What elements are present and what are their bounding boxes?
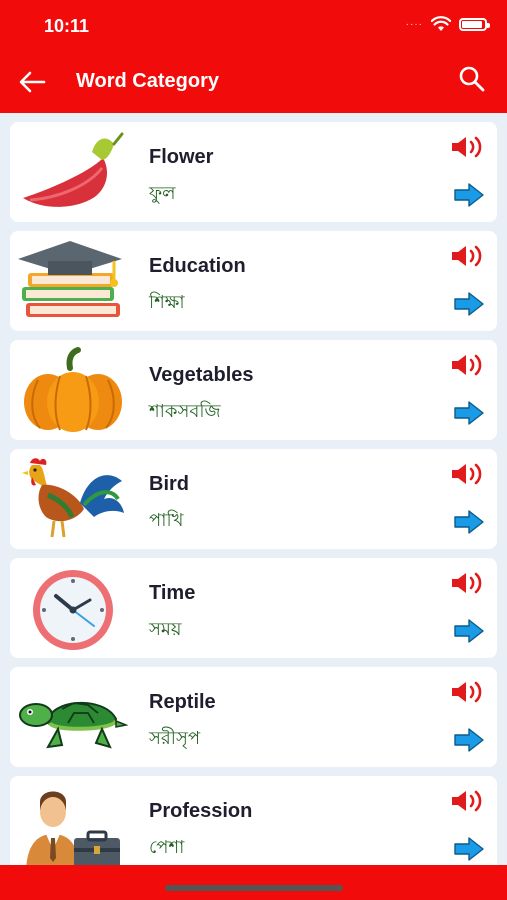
bottom-bar [0,865,507,900]
category-card-vegetables[interactable]: Vegetables শাকসবজি [10,340,497,440]
search-icon[interactable] [457,64,487,94]
flower-image [23,132,124,207]
speaker-icon[interactable] [449,461,485,487]
home-indicator[interactable] [165,885,343,891]
status-icons: ···· [405,16,490,32]
speaker-icon[interactable] [449,134,485,160]
page-title: Word Category [76,70,219,92]
category-bangla: শিক্ষা [149,292,185,313]
clock-image [33,570,113,650]
speaker-icon[interactable] [449,243,485,269]
category-card-education[interactable]: Education শিক্ষা [10,231,497,331]
arrow-right-icon[interactable] [453,509,485,535]
category-name: Education [149,255,246,277]
category-bangla: সরীসৃপ [149,728,201,749]
speaker-icon[interactable] [449,352,485,378]
speaker-icon[interactable] [449,788,485,814]
arrow-right-icon[interactable] [453,727,485,753]
category-card-profession[interactable]: Profession পেশা [10,776,497,865]
back-arrow-icon[interactable] [16,66,48,98]
arrow-right-icon[interactable] [453,836,485,862]
signal-dots: ···· [405,18,423,30]
turtle-image [19,701,128,749]
category-list[interactable]: Flower ফুল Education শিক্ষা Vegetables শ… [0,113,507,865]
category-name: Flower [149,146,214,168]
category-name: Bird [149,473,189,495]
category-name: Profession [149,800,253,822]
profession-image [26,791,120,865]
category-bangla: শাকসবজি [149,401,221,422]
category-card-flower[interactable]: Flower ফুল [10,122,497,222]
category-bangla: পাখি [149,510,184,531]
arrow-right-icon[interactable] [453,400,485,426]
category-bangla: পেশা [149,837,185,858]
category-name: Reptile [149,691,216,713]
category-bangla: ফুল [149,183,176,204]
arrow-right-icon[interactable] [453,182,485,208]
category-name: Time [149,582,196,604]
battery-icon [459,17,490,31]
speaker-icon[interactable] [449,679,485,705]
category-name: Vegetables [149,364,254,386]
category-bangla: সময় [149,619,182,640]
wifi-icon [431,16,451,31]
arrow-right-icon[interactable] [453,618,485,644]
category-card-reptile[interactable]: Reptile সরীসৃপ [10,667,497,767]
pumpkin-image [24,347,122,432]
education-image [18,241,122,317]
speaker-icon[interactable] [449,570,485,596]
arrow-right-icon[interactable] [453,291,485,317]
status-time: 10:11 [44,16,90,36]
category-card-time[interactable]: Time সময় [10,558,497,658]
category-card-bird[interactable]: Bird পাখি [10,449,497,549]
rooster-image [22,458,124,538]
app-bar: 10:11 ···· Word Category [0,0,507,113]
